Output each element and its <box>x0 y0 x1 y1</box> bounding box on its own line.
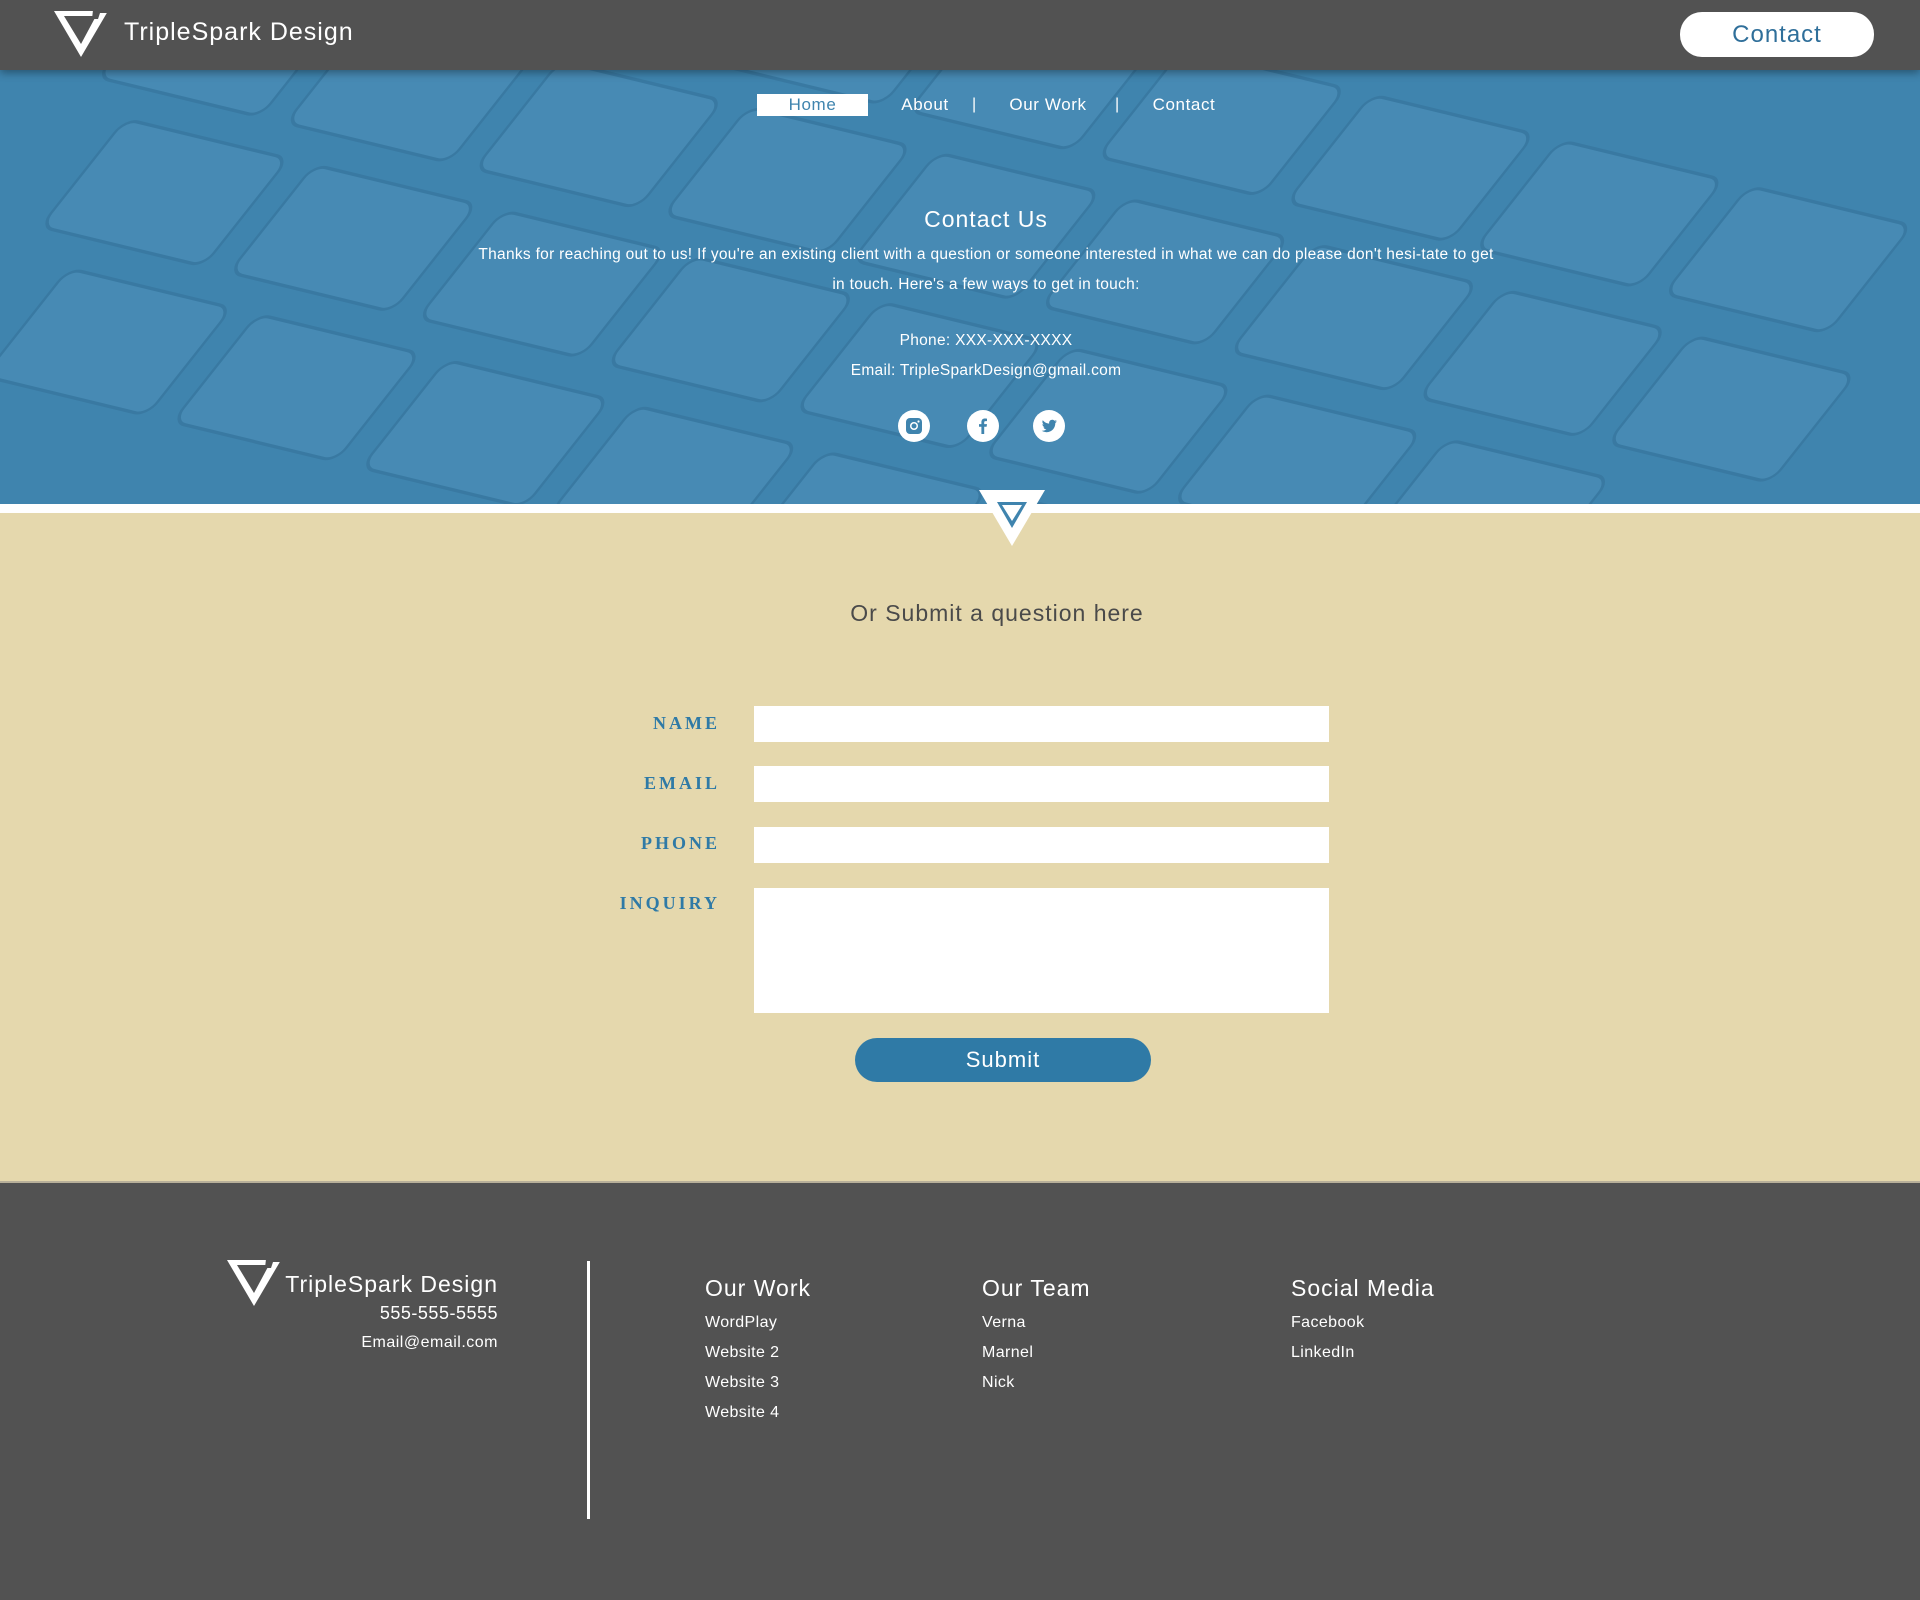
triangle-logo-icon <box>54 10 108 57</box>
twitter-icon <box>1041 419 1057 433</box>
footer-link-facebook[interactable]: Facebook <box>1291 1308 1435 1338</box>
nav-contact[interactable]: Contact <box>1145 94 1223 116</box>
footer-column-title: Social Media <box>1291 1275 1435 1301</box>
footer-divider <box>587 1261 590 1519</box>
inquiry-textarea[interactable] <box>754 888 1329 1013</box>
brand-name: TripleSpark Design <box>124 17 354 46</box>
header-contact-button[interactable]: Contact <box>1680 12 1874 57</box>
footer-brand-name: TripleSpark Design <box>285 1271 498 1297</box>
nav-about[interactable]: About <box>895 94 955 116</box>
form-heading: Or Submit a question here <box>850 600 1144 626</box>
email-label: EMAIL <box>643 773 720 793</box>
twitter-link[interactable] <box>1033 410 1065 442</box>
instagram-link[interactable] <box>898 410 930 442</box>
footer-column-social-media: Social Media Facebook LinkedIn <box>1291 1275 1435 1368</box>
main-nav: Home About | Our Work | Contact <box>0 94 1920 116</box>
nav-home[interactable]: Home <box>757 94 868 116</box>
footer: TripleSpark Design 555-555-5555 Email@em… <box>0 1185 1920 1600</box>
contact-phone: Phone: XXX-XXX-XXXX <box>899 332 1073 349</box>
footer-column-title: Our Work <box>705 1275 811 1301</box>
phone-label: PHONE <box>640 833 720 853</box>
contact-us-title: Contact Us <box>924 206 1048 232</box>
hero-section: Home About | Our Work | Contact Contact … <box>0 70 1920 504</box>
inquiry-label: INQUIRY <box>619 893 720 913</box>
footer-column-our-work: Our Work WordPlay Website 2 Website 3 We… <box>705 1275 811 1428</box>
nav-separator: | <box>1115 96 1120 113</box>
name-field[interactable] <box>754 706 1329 742</box>
facebook-link[interactable] <box>967 410 999 442</box>
footer-link-verna[interactable]: Verna <box>982 1308 1091 1338</box>
footer-link-website-4[interactable]: Website 4 <box>705 1398 811 1428</box>
name-label: NAME <box>653 713 720 733</box>
email-field[interactable] <box>754 766 1329 802</box>
nav-our-work[interactable]: Our Work <box>1001 94 1095 116</box>
contact-email: Email: TripleSparkDesign@gmail.com <box>850 362 1122 379</box>
question-form-section: Or Submit a question here NAME EMAIL PHO… <box>0 513 1920 1183</box>
footer-link-nick[interactable]: Nick <box>982 1368 1091 1398</box>
footer-email: Email@email.com <box>361 1334 498 1351</box>
footer-link-website-2[interactable]: Website 2 <box>705 1338 811 1368</box>
footer-link-wordplay[interactable]: WordPlay <box>705 1308 811 1338</box>
instagram-icon <box>906 418 922 434</box>
nav-separator: | <box>972 96 977 113</box>
facebook-icon <box>979 418 987 434</box>
brand-logo-link[interactable]: TripleSpark Design <box>54 10 354 58</box>
contact-intro-text: Thanks for reaching out to us! If you're… <box>478 246 1494 293</box>
footer-column-title: Our Team <box>982 1275 1091 1301</box>
footer-column-our-team: Our Team Verna Marnel Nick <box>982 1275 1091 1398</box>
footer-link-marnel[interactable]: Marnel <box>982 1338 1091 1368</box>
footer-link-linkedin[interactable]: LinkedIn <box>1291 1338 1435 1368</box>
triangle-divider-icon <box>979 490 1045 546</box>
footer-link-website-3[interactable]: Website 3 <box>705 1368 811 1398</box>
footer-phone: 555-555-5555 <box>379 1303 498 1323</box>
phone-field[interactable] <box>754 827 1329 863</box>
top-bar: TripleSpark Design Contact <box>0 0 1920 70</box>
section-divider <box>0 504 1920 513</box>
submit-button[interactable]: Submit <box>855 1038 1151 1082</box>
